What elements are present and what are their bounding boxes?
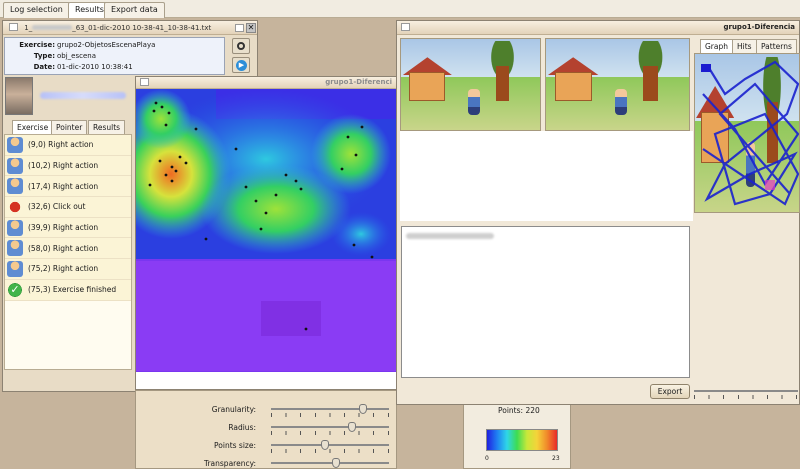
- tab-patterns[interactable]: Patterns: [756, 39, 797, 53]
- log-file-name-prefix: 1_: [24, 24, 33, 32]
- user-avatar: [5, 77, 33, 115]
- diff-window: grupo1-Diferencia Export Graph Hits Patt…: [396, 20, 800, 405]
- top-tab-bar: Log selection Results Export data: [0, 0, 800, 18]
- export-button[interactable]: Export: [650, 384, 690, 399]
- heatmap-window-title: grupo1-Diferenci: [136, 77, 396, 89]
- person-icon: [7, 219, 23, 236]
- transparency-label: Transparency:: [203, 459, 256, 468]
- radius-label: Radius:: [228, 423, 256, 432]
- heatmap-canvas[interactable]: [136, 89, 397, 389]
- list-item[interactable]: (32,6) Click out: [5, 197, 131, 218]
- blank-area: [400, 131, 693, 221]
- blurred-name: [32, 25, 73, 30]
- event-text: (9,0) Right action: [28, 140, 94, 150]
- event-text: (58,0) Right action: [28, 243, 99, 253]
- window-menu-icon[interactable]: [401, 23, 410, 31]
- type-value: obj_escena: [57, 52, 97, 60]
- exercise-info-box: Exercise: grupo2-ObjetosEscenaPlaya Type:…: [4, 37, 225, 75]
- radius-slider[interactable]: [271, 422, 389, 435]
- event-text: (39,9) Right action: [28, 223, 99, 233]
- list-item[interactable]: (10,2) Right action: [5, 155, 131, 177]
- person-icon: [7, 240, 23, 257]
- type-label: Type:: [33, 52, 55, 60]
- zoom-button[interactable]: [232, 38, 250, 54]
- colorbar-min: 0: [485, 455, 489, 462]
- heatmap-window: grupo1-Diferenci: [135, 76, 397, 390]
- log-window-title: 1_ _63_01-dic-2010 10-38-41_10-38-41.txt: [3, 21, 257, 35]
- diff-window-title-text: grupo1-Diferencia: [723, 23, 795, 31]
- play-icon: ▶: [236, 60, 247, 71]
- play-button[interactable]: ▶: [232, 57, 250, 73]
- crab-icon: [7, 198, 23, 215]
- list-item[interactable]: ✓ (75,3) Exercise finished: [5, 279, 131, 301]
- heatmap-title: grupo1-Diferenci: [325, 78, 392, 86]
- tab-hits[interactable]: Hits: [732, 39, 757, 53]
- date-value: 01-dic-2010 10:38:41: [57, 63, 133, 71]
- subtab-exercise[interactable]: Exercise: [12, 120, 54, 134]
- magnifier-icon: [237, 42, 245, 50]
- event-text: (75,2) Right action: [28, 264, 99, 274]
- minimize-icon[interactable]: [235, 24, 244, 32]
- scene-image-left[interactable]: [400, 38, 541, 131]
- exercise-value: grupo2-ObjetosEscenaPlaya: [57, 41, 156, 49]
- person-icon: [7, 260, 23, 277]
- event-list: (9,0) Right action (10,2) Right action (…: [4, 134, 132, 370]
- list-item[interactable]: (9,0) Right action: [5, 135, 131, 156]
- event-text: (32,6) Click out: [28, 202, 86, 212]
- tab-graph[interactable]: Graph: [700, 39, 734, 53]
- person-icon: [7, 157, 23, 174]
- exercise-label: Exercise:: [19, 41, 55, 49]
- colorbar-max: 23: [552, 455, 560, 462]
- user-name-blurred: [40, 92, 126, 99]
- log-file-name: _63_01-dic-2010 10-38-41_10-38-41.txt: [72, 24, 212, 32]
- points-size-label: Points size:: [214, 441, 256, 450]
- check-icon: ✓: [7, 281, 23, 298]
- list-item[interactable]: (75,2) Right action: [5, 259, 131, 280]
- diff-window-title: grupo1-Diferencia: [397, 21, 799, 35]
- event-text: (75,3) Exercise finished: [28, 285, 117, 295]
- graph-slider[interactable]: [694, 386, 798, 399]
- gaze-path-graph: [701, 60, 799, 206]
- event-text: (10,2) Right action: [28, 161, 99, 171]
- points-size-slider[interactable]: [271, 440, 389, 453]
- slider-thumb[interactable]: [331, 458, 340, 468]
- points-legend: Points: 220 0 23: [463, 404, 571, 469]
- list-item[interactable]: (17,4) Right action: [5, 176, 131, 198]
- notes-textarea[interactable]: [401, 226, 690, 378]
- graph-panel[interactable]: [694, 53, 800, 213]
- tab-export-data[interactable]: Export data: [104, 2, 165, 18]
- event-text: (17,4) Right action: [28, 181, 99, 191]
- person-icon: [7, 178, 23, 195]
- granularity-label: Granularity:: [211, 405, 256, 414]
- subtab-results[interactable]: Results: [88, 120, 126, 134]
- date-label: Date:: [33, 63, 55, 71]
- list-item[interactable]: (39,9) Right action: [5, 217, 131, 239]
- list-item[interactable]: (58,0) Right action: [5, 238, 131, 260]
- blurred-text: [406, 233, 494, 239]
- transparency-slider[interactable]: [271, 458, 389, 468]
- close-icon[interactable]: ✕: [246, 23, 256, 33]
- granularity-slider[interactable]: [271, 404, 389, 417]
- heat-colorbar: [486, 429, 558, 451]
- window-menu-icon[interactable]: [9, 23, 18, 31]
- scene-image-right[interactable]: [545, 38, 690, 131]
- window-menu-icon[interactable]: [140, 78, 149, 86]
- points-count: Points: 220: [498, 406, 540, 415]
- tab-log-selection[interactable]: Log selection: [3, 2, 70, 18]
- subtab-pointer[interactable]: Pointer: [51, 120, 88, 134]
- heatmap-controls: Granularity: Radius: Points size: Transp…: [135, 390, 397, 469]
- person-icon: [7, 136, 23, 153]
